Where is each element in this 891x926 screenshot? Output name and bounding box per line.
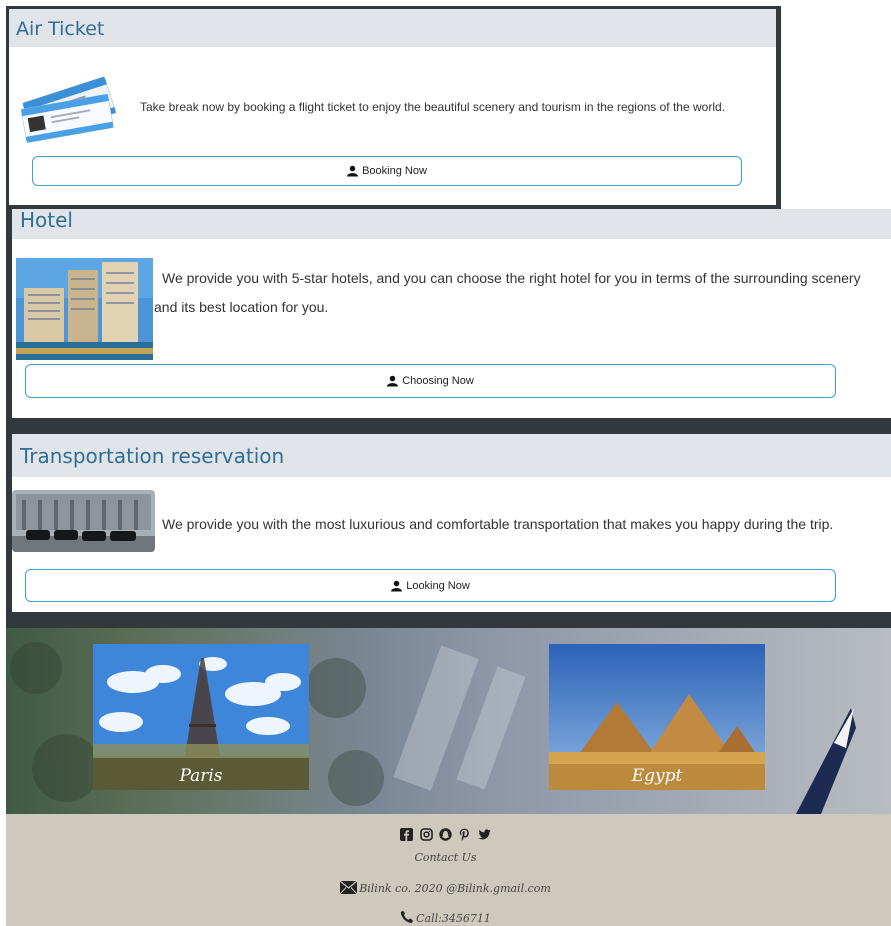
phone-icon: [400, 910, 414, 923]
user-icon: [391, 580, 403, 591]
email-text: Bilink co. 2020 @Bilink.gmail.com: [359, 882, 551, 895]
hotel-header: Hotel: [12, 208, 891, 239]
hotel-panel: Hotel We provide you with 5-star hotels,…: [12, 208, 891, 418]
transport-title: Transportation reservation: [20, 444, 285, 468]
hotel-description-line2: and its best location for you.: [154, 299, 329, 315]
snapchat-icon[interactable]: [439, 828, 452, 841]
egypt-caption: Egypt: [631, 766, 683, 786]
user-icon: [347, 165, 359, 177]
air-ticket-image: [20, 76, 117, 143]
choosing-now-button[interactable]: Choosing Now: [25, 364, 836, 398]
hotel-image: [16, 258, 153, 360]
paris-card[interactable]: Paris: [93, 644, 309, 790]
phone-line: Call:3456711: [0, 910, 891, 925]
hotel-description-line1: We provide you with 5-star hotels, and y…: [162, 270, 861, 286]
egypt-card[interactable]: Egypt: [549, 644, 765, 790]
twitter-icon[interactable]: [478, 828, 491, 841]
air-ticket-title: Air Ticket: [16, 18, 105, 40]
air-ticket-description: Take break now by booking a flight ticke…: [140, 100, 725, 114]
pinterest-icon[interactable]: [458, 828, 471, 842]
hotel-title: Hotel: [20, 208, 73, 232]
transport-panel: Transportation reservation We provide yo…: [12, 434, 891, 612]
paris-caption: Paris: [179, 766, 223, 786]
booking-now-label: Booking Now: [362, 165, 427, 177]
booking-now-button[interactable]: Booking Now: [32, 156, 742, 186]
facebook-icon[interactable]: [400, 828, 414, 842]
air-ticket-panel: Air Ticket Take break now by booking a f…: [9, 9, 776, 205]
destinations-banner: Paris Egypt: [6, 628, 891, 814]
transport-image: [12, 490, 155, 552]
choosing-now-label: Choosing Now: [402, 375, 474, 387]
instagram-icon[interactable]: [419, 828, 433, 842]
social-icons: [0, 826, 891, 844]
transport-description: We provide you with the most luxurious a…: [162, 516, 834, 532]
phone-text: Call:3456711: [416, 912, 491, 925]
transport-header: Transportation reservation: [12, 434, 891, 477]
user-icon: [387, 375, 399, 387]
air-ticket-header: Air Ticket: [9, 9, 776, 47]
looking-now-button[interactable]: Looking Now: [25, 569, 836, 602]
email-line: Bilink co. 2020 @Bilink.gmail.com: [0, 880, 891, 895]
contact-us-link[interactable]: Contact Us: [0, 851, 891, 864]
looking-now-label: Looking Now: [406, 579, 470, 592]
envelope-icon: [339, 880, 358, 895]
